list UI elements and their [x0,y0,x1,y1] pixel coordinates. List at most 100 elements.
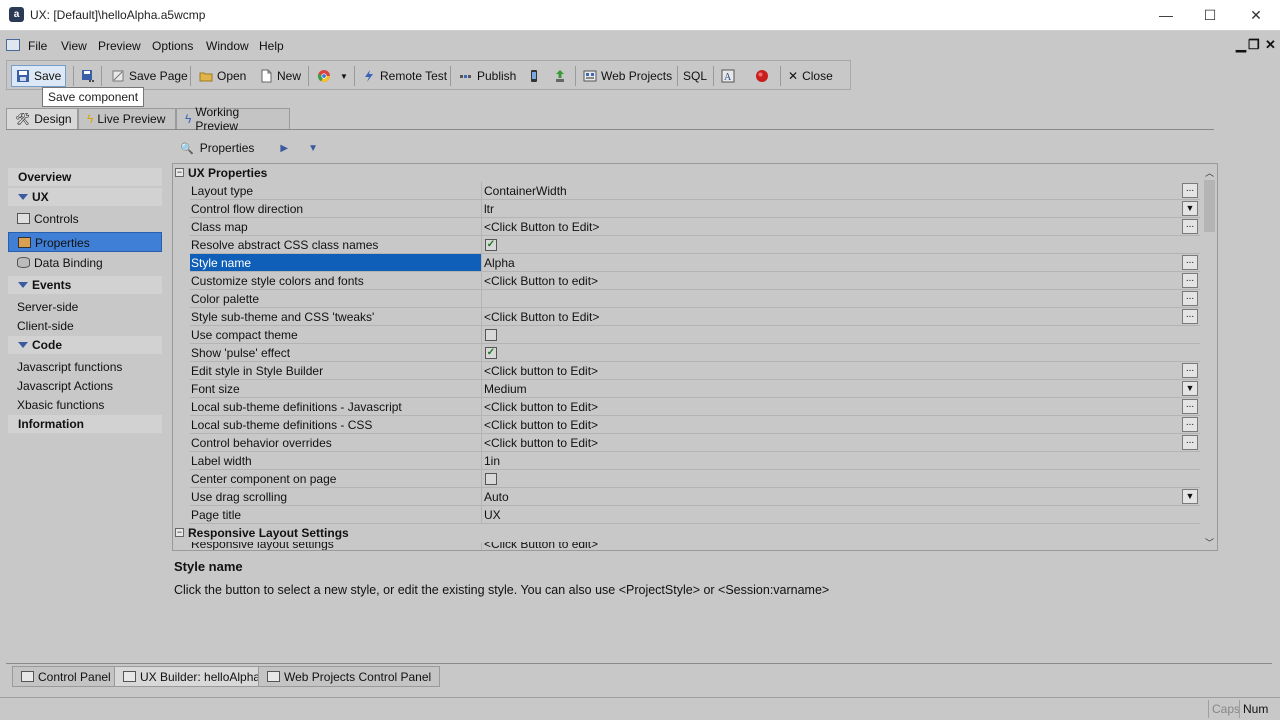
save-button[interactable]: Save [11,65,67,87]
nav-overview[interactable]: Overview [8,168,162,186]
property-row[interactable]: Color palette... [173,290,1200,308]
mdi-minimize-icon[interactable]: ▁ [1236,37,1246,53]
publish-button[interactable]: Publish [455,65,520,87]
property-value[interactable]: <Click button to Edit>... [481,398,1200,416]
section-responsive-layout[interactable]: − Responsive Layout Settings [173,524,1200,542]
menu-window[interactable]: Window [206,39,249,53]
checkbox-unchecked[interactable] [485,329,497,341]
property-value[interactable]: Medium ▼ [481,380,1200,398]
property-value[interactable]: <Click button to Edit>... [481,416,1200,434]
close-window-button[interactable]: ✕ [1236,4,1276,26]
property-row[interactable]: Label width 1in [173,452,1200,470]
property-row[interactable]: Use compact theme [173,326,1200,344]
nav-item-javascript-actions[interactable]: Javascript Actions [8,376,162,396]
nav-events-header[interactable]: Events [8,276,162,294]
search-icon[interactable]: 🔍 [180,142,194,155]
arrow-down-icon[interactable]: ▼ [308,143,318,154]
ellipsis-edit-button[interactable]: ... [1182,291,1198,306]
property-row[interactable]: Local sub-theme definitions - Javascript… [173,398,1200,416]
close-button[interactable]: ✕ Close [784,65,837,87]
nav-information[interactable]: Information [8,415,162,433]
scroll-down-icon[interactable]: ﹀ [1204,536,1215,548]
property-value[interactable]: ltr ▼ [481,200,1200,218]
ellipsis-edit-button[interactable]: ... [1182,417,1198,432]
property-value[interactable]: ContainerWidth... [481,182,1200,200]
property-row[interactable]: Style sub-theme and CSS 'tweaks' <Click B… [173,308,1200,326]
sql-button[interactable]: SQL [679,65,711,87]
property-row[interactable]: Local sub-theme definitions - CSS <Click … [173,416,1200,434]
property-value[interactable]: ✓ [481,344,1200,362]
tab-live-preview[interactable]: ϟ Live Preview [78,108,176,129]
scroll-up-icon[interactable]: ︿ [1204,166,1215,178]
checkbox-unchecked[interactable] [485,473,497,485]
property-row-partial[interactable]: Responsive layout settings <Click Button … [173,542,1200,550]
ellipsis-edit-button[interactable]: ... [1182,183,1198,198]
property-value[interactable]: <Click Button to edit> [481,542,1200,550]
minimize-button[interactable]: — [1146,4,1186,26]
property-value[interactable]: ... [481,290,1200,308]
dropdown-button[interactable]: ▼ [1182,489,1198,504]
property-value[interactable]: <Click Button to Edit>... [481,218,1200,236]
menu-preview[interactable]: Preview [98,39,141,53]
save-as-button[interactable] [77,65,99,87]
property-value[interactable]: UX [481,506,1200,524]
tab-web-projects-control-panel[interactable]: Web Projects Control Panel [258,666,441,687]
property-value[interactable]: <Click Button to edit>... [481,272,1200,290]
nav-item-javascript-functions[interactable]: Javascript functions [8,357,162,377]
scrollbar-thumb[interactable] [1204,180,1215,232]
nav-ux-header[interactable]: UX [8,188,162,206]
property-row[interactable]: Control behavior overrides <Click button … [173,434,1200,452]
property-value[interactable]: Alpha... [481,254,1200,272]
mdi-close-icon[interactable]: ✕ [1265,37,1276,53]
menu-help[interactable]: Help [259,39,284,53]
ellipsis-edit-button[interactable]: ... [1182,273,1198,288]
nav-item-data-binding[interactable]: Data Binding [8,253,162,273]
property-row[interactable]: Class map <Click Button to Edit>... [173,218,1200,236]
mdi-restore-icon[interactable]: ❐ [1248,37,1260,53]
new-button[interactable]: New [255,65,305,87]
remote-test-button[interactable]: Remote Test [358,65,451,87]
property-value[interactable]: Auto ▼ [481,488,1200,506]
maximize-button[interactable]: ☐ [1190,4,1230,26]
property-value[interactable]: <Click Button to Edit>... [481,308,1200,326]
upload-button[interactable] [549,65,571,87]
checkbox-checked[interactable]: ✓ [485,347,497,359]
ellipsis-edit-button[interactable]: ... [1182,363,1198,378]
browser-preview-button[interactable] [313,65,335,87]
property-row[interactable]: Font size Medium ▼ [173,380,1200,398]
mobile-preview-button[interactable] [523,65,545,87]
property-value[interactable] [481,326,1200,344]
arrow-right-icon[interactable]: ▶ [280,143,288,154]
ellipsis-edit-button[interactable]: ... [1182,399,1198,414]
property-value[interactable] [481,470,1200,488]
ellipsis-edit-button[interactable]: ... [1182,309,1198,324]
property-row[interactable]: Layout type ContainerWidth... [173,182,1200,200]
text-style-button[interactable]: A [717,65,739,87]
property-value[interactable]: 1in [481,452,1200,470]
property-value[interactable]: ✓ [481,236,1200,254]
nav-item-xbasic-functions[interactable]: Xbasic functions [8,395,162,415]
stop-button[interactable] [751,65,773,87]
section-ux-properties[interactable]: − UX Properties [173,164,1200,182]
nav-item-controls[interactable]: Controls [8,209,162,229]
tab-ux-builder[interactable]: UX Builder: helloAlpha [114,666,270,687]
property-row-selected[interactable]: Style name Alpha... [173,254,1200,272]
ellipsis-edit-button[interactable]: ... [1182,435,1198,450]
property-row[interactable]: Show 'pulse' effect ✓ [173,344,1200,362]
checkbox-checked[interactable]: ✓ [485,239,497,251]
property-row[interactable]: Use drag scrolling Auto ▼ [173,488,1200,506]
tab-control-panel[interactable]: Control Panel [12,666,120,687]
open-button[interactable]: Open [195,65,250,87]
property-value[interactable]: <Click button to Edit>... [481,362,1200,380]
browser-dropdown-icon[interactable]: ▼ [336,65,352,87]
save-page-button[interactable]: Save Page [107,65,192,87]
ellipsis-edit-button[interactable]: ... [1182,255,1198,270]
property-row[interactable]: Center component on page [173,470,1200,488]
document-icon[interactable] [6,39,20,51]
collapse-icon[interactable]: − [175,168,184,177]
property-row[interactable]: Page title UX [173,506,1200,524]
property-row[interactable]: Customize style colors and fonts <Click B… [173,272,1200,290]
menu-view[interactable]: View [61,39,87,53]
nav-item-properties[interactable]: Properties [8,232,162,252]
nav-code-header[interactable]: Code [8,336,162,354]
